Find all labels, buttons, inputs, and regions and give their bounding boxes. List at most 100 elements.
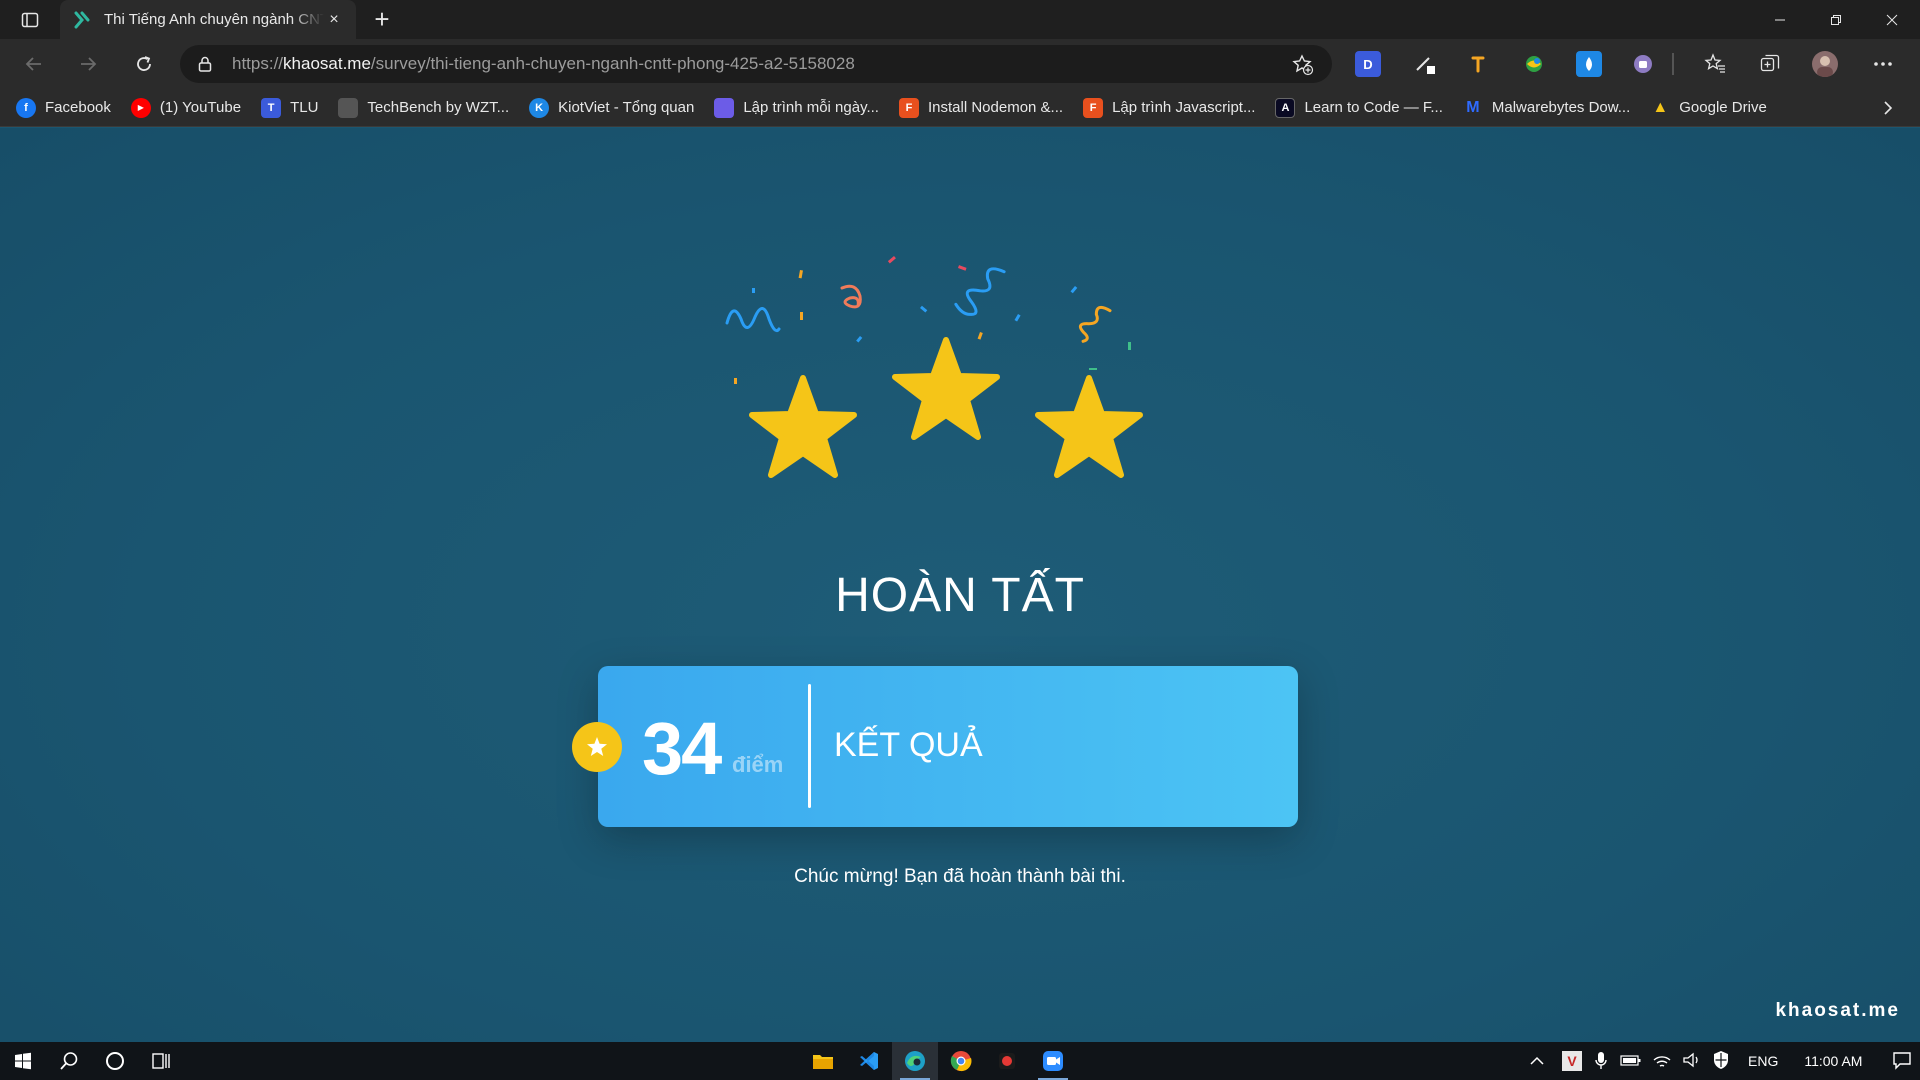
- congratulations-message: Chúc mừng! Bạn đã hoàn thành bài thi.: [794, 866, 1126, 887]
- system-tray: V ENG 11:00 AM: [1526, 1042, 1912, 1080]
- notifications-icon[interactable]: [1892, 1050, 1912, 1073]
- bookmark-label: Lập trình Javascript...: [1112, 99, 1256, 116]
- edge-browser-icon[interactable]: [892, 1042, 938, 1080]
- bookmarks-bar: f Facebook ▶ (1) YouTube T TLU TechBench…: [0, 89, 1920, 127]
- tab-close-icon[interactable]: ×: [324, 10, 344, 30]
- zoom-icon[interactable]: [1030, 1042, 1076, 1080]
- f8-icon: F: [898, 97, 919, 118]
- back-arrow-icon[interactable]: [20, 50, 48, 78]
- star-icon: [892, 337, 1000, 440]
- app-red-icon[interactable]: [984, 1042, 1030, 1080]
- tlu-icon: T: [261, 97, 282, 118]
- microphone-icon[interactable]: [1594, 1050, 1608, 1073]
- settings-more-icon[interactable]: [1870, 51, 1896, 77]
- toolbar-separator: [1672, 53, 1674, 75]
- collections-icon[interactable]: [1757, 51, 1783, 77]
- bookmark-malwarebytes[interactable]: M Malwarebytes Dow...: [1463, 98, 1630, 118]
- browser-toolbar: https://khaosat.me/survey/thi-tieng-anh-…: [0, 39, 1920, 89]
- active-tab[interactable]: Thi Tiếng Anh chuyên ngành CNTT ×: [60, 0, 356, 39]
- bookmark-label: KiotViet - Tổng quan: [558, 99, 695, 116]
- lock-icon[interactable]: [196, 55, 214, 73]
- brand-logo-text[interactable]: khaosat.me: [1775, 1000, 1900, 1022]
- globe-extension-icon[interactable]: [1521, 51, 1547, 77]
- profile-avatar[interactable]: [1812, 51, 1838, 77]
- tab-actions-icon[interactable]: [18, 8, 42, 32]
- windows-taskbar: V ENG 11:00 AM: [0, 1042, 1920, 1080]
- url-host: khaosat.me: [283, 54, 371, 73]
- bookmark-tlu[interactable]: T TLU: [261, 97, 319, 118]
- minimize-icon[interactable]: [1752, 0, 1808, 39]
- bookmark-label: TLU: [290, 99, 319, 116]
- cortana-icon[interactable]: [92, 1042, 138, 1080]
- star-icon: [1035, 375, 1143, 478]
- bookmark-label: Malwarebytes Dow...: [1491, 99, 1631, 116]
- security-shield-icon[interactable]: [1712, 1050, 1730, 1073]
- freecodecamp-icon: A: [1275, 97, 1296, 118]
- task-view-icon[interactable]: [138, 1042, 184, 1080]
- result-label: KẾT QUẢ: [834, 726, 983, 764]
- bookmark-techbench[interactable]: TechBench by WZT...: [338, 97, 510, 118]
- bookmark-label: (1) YouTube: [159, 99, 242, 116]
- volume-icon[interactable]: [1682, 1051, 1702, 1072]
- tool-extension-icon[interactable]: [1466, 51, 1492, 77]
- close-window-icon[interactable]: [1864, 0, 1920, 39]
- vscode-icon[interactable]: [846, 1042, 892, 1080]
- bookmark-label: TechBench by WZT...: [367, 99, 510, 116]
- purple-extension-icon[interactable]: [1630, 51, 1656, 77]
- refresh-icon[interactable]: [130, 50, 158, 78]
- card-divider: [808, 684, 811, 808]
- tab-strip: Thi Tiếng Anh chuyên ngành CNTT × +: [0, 0, 1920, 39]
- star-icon: [749, 375, 857, 478]
- chevron-right-icon[interactable]: [1878, 98, 1898, 118]
- khaosat-favicon-icon: [72, 10, 92, 30]
- lap-trinh-icon: [714, 97, 735, 118]
- restore-icon[interactable]: [1808, 0, 1864, 39]
- f8-icon: F: [1083, 97, 1104, 118]
- google-drive-icon: ▲: [1652, 98, 1669, 116]
- v-app-tray-icon[interactable]: V: [1562, 1051, 1582, 1071]
- favorites-icon[interactable]: [1702, 51, 1728, 77]
- url-path: /survey/thi-tieng-anh-chuyen-nganh-cntt-…: [370, 54, 855, 73]
- d-extension-icon[interactable]: D: [1355, 51, 1381, 77]
- chrome-icon[interactable]: [938, 1042, 984, 1080]
- star-medal-icon: [572, 722, 622, 772]
- wifi-icon[interactable]: [1652, 1051, 1672, 1072]
- bookmark-facebook[interactable]: f Facebook: [16, 97, 111, 118]
- windows-start-icon[interactable]: [0, 1042, 46, 1080]
- bookmark-label: Google Drive: [1679, 99, 1767, 116]
- search-icon[interactable]: [46, 1042, 92, 1080]
- bookmark-install-nodemon[interactable]: F Install Nodemon &...: [898, 97, 1064, 118]
- url-text: https://khaosat.me/survey/thi-tieng-anh-…: [232, 54, 855, 74]
- forward-arrow-icon[interactable]: [74, 50, 102, 78]
- bookmark-label: Lập trình mỗi ngày...: [743, 99, 879, 116]
- bookmark-kiotviet[interactable]: K KiotViet - Tổng quan: [529, 97, 695, 118]
- clock-time[interactable]: 11:00 AM: [1804, 1053, 1862, 1069]
- bookmark-lap-trinh-javascript[interactable]: F Lập trình Javascript...: [1083, 97, 1256, 118]
- malwarebytes-icon: M: [1466, 98, 1480, 116]
- tab-title: Thi Tiếng Anh chuyên ngành CNTT: [104, 11, 324, 28]
- add-favorite-icon[interactable]: [1292, 54, 1314, 76]
- confetti-decoration: [725, 255, 1131, 384]
- new-tab-button[interactable]: +: [368, 6, 396, 34]
- bookmark-label: Install Nodemon &...: [927, 99, 1064, 116]
- score-unit: điểm: [732, 752, 784, 777]
- result-page: HOÀN TẤT 34 điểm KẾT QUẢ Chúc mừng! Bạn …: [0, 128, 1920, 1042]
- bookmark-label: Learn to Code — F...: [1304, 99, 1443, 116]
- stars-group: [749, 337, 1143, 478]
- language-indicator[interactable]: ENG: [1748, 1053, 1778, 1069]
- bookmark-label: Facebook: [45, 99, 111, 116]
- bookmark-youtube[interactable]: ▶ (1) YouTube: [130, 97, 242, 118]
- bookmark-freecodecamp[interactable]: A Learn to Code — F...: [1275, 97, 1443, 118]
- chevron-up-icon[interactable]: [1526, 1056, 1548, 1066]
- bookmark-lap-trinh[interactable]: Lập trình mỗi ngày...: [714, 97, 879, 118]
- page-title: HOÀN TẤT: [835, 569, 1085, 622]
- address-bar[interactable]: https://khaosat.me/survey/thi-tieng-anh-…: [180, 45, 1332, 83]
- techbench-icon: [338, 97, 359, 118]
- bookmark-google-drive[interactable]: ▲ Google Drive: [1650, 98, 1767, 118]
- battery-icon[interactable]: [1620, 1053, 1642, 1070]
- result-card: 34 điểm KẾT QUẢ: [572, 666, 1298, 827]
- url-scheme: https://: [232, 54, 284, 73]
- file-explorer-icon[interactable]: [800, 1042, 846, 1080]
- drop-extension-icon[interactable]: [1576, 51, 1602, 77]
- pen-extension-icon[interactable]: [1412, 51, 1438, 77]
